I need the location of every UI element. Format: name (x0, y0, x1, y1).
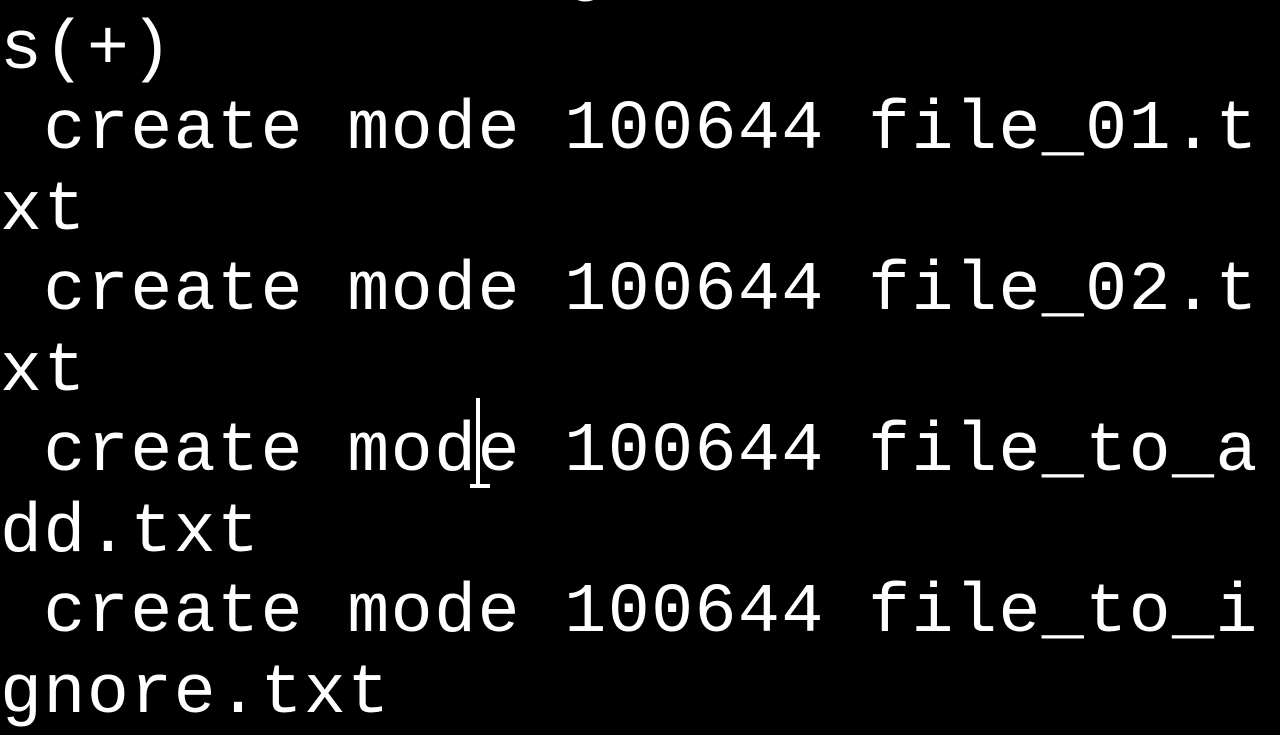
output-line-create-4: create mode 100644 file_to_ignore.txt (0, 574, 1259, 734)
output-line-create-3: create mode 100644 file_to_add.txt (0, 413, 1259, 573)
output-line-create-1: create mode 100644 file_01.txt (0, 91, 1259, 251)
output-line-summary: 4 files changed, 4 insertions(+) (0, 0, 1259, 90)
text-cursor-icon (476, 398, 480, 488)
output-line-create-2: create mode 100644 file_02.txt (0, 252, 1259, 412)
terminal-output[interactable]: 4 files changed, 4 insertions(+) create … (0, 0, 1280, 735)
